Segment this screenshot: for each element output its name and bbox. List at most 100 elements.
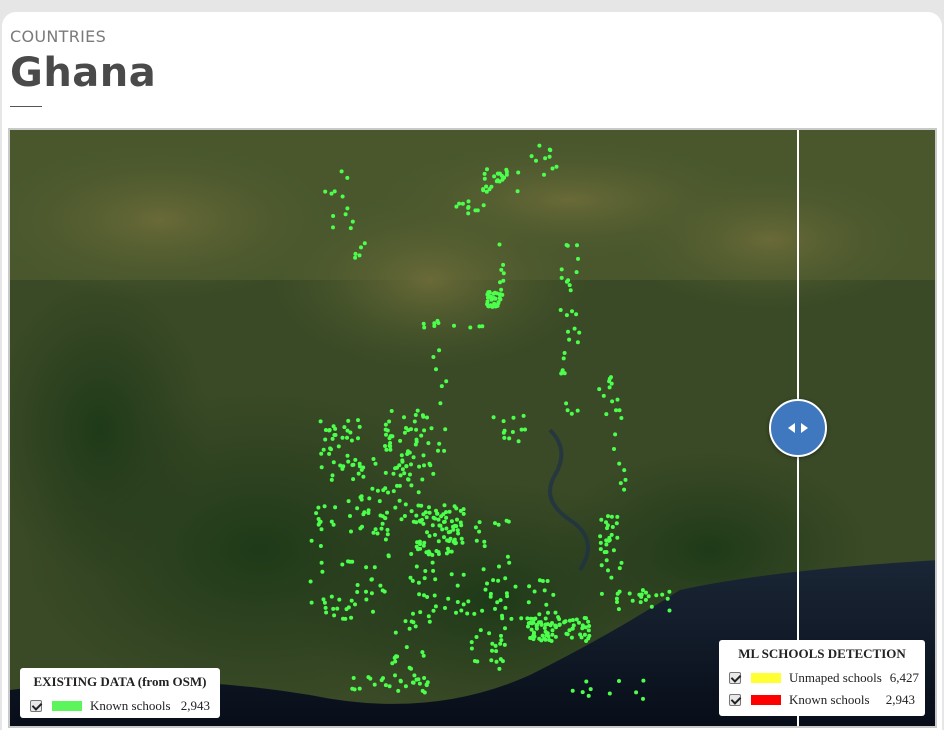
school-point — [340, 194, 345, 199]
school-point — [516, 439, 521, 444]
legend-item-known-schools[interactable]: Known schools 2,943 — [30, 695, 210, 717]
school-point — [330, 473, 335, 478]
school-point — [646, 594, 651, 599]
school-point — [402, 430, 407, 435]
school-point — [411, 620, 416, 625]
unmapped-schools-checkbox[interactable] — [729, 672, 741, 684]
school-point — [502, 642, 507, 647]
school-point — [622, 487, 627, 492]
school-point — [582, 632, 587, 637]
school-point — [398, 438, 403, 443]
school-point — [482, 171, 487, 176]
school-point — [355, 583, 360, 587]
school-point — [474, 635, 479, 639]
school-point — [634, 690, 639, 695]
known-schools-checkbox[interactable] — [30, 700, 42, 712]
school-point — [351, 676, 356, 680]
swipe-slider-handle[interactable] — [769, 399, 827, 457]
school-point — [420, 650, 425, 655]
school-point — [408, 472, 412, 477]
school-point — [481, 203, 486, 208]
school-point — [411, 680, 416, 685]
school-point — [455, 517, 459, 522]
school-point — [519, 427, 524, 432]
school-point — [385, 532, 390, 537]
school-point — [496, 171, 501, 176]
legend-item-unmapped-schools[interactable]: Unmaped schools 6,427 — [729, 667, 919, 689]
school-point — [459, 536, 464, 541]
school-point — [427, 510, 432, 515]
ml-known-schools-checkbox[interactable] — [729, 694, 741, 706]
school-point — [404, 645, 409, 650]
school-point — [559, 275, 564, 280]
school-point — [575, 408, 580, 413]
school-point — [586, 636, 591, 641]
school-point — [359, 245, 363, 250]
school-point — [542, 588, 547, 593]
school-point — [323, 428, 328, 432]
school-point — [402, 415, 406, 420]
school-point — [460, 540, 465, 545]
school-point — [343, 212, 348, 217]
school-point — [373, 461, 378, 466]
school-point — [331, 225, 335, 230]
school-point — [537, 612, 542, 617]
map-view[interactable]: EXISTING DATA (from OSM) Known schools 2… — [8, 128, 937, 728]
legend-title: ML SCHOOLS DETECTION — [738, 646, 906, 661]
school-point — [444, 515, 449, 520]
school-point — [393, 630, 398, 635]
school-point — [332, 613, 337, 618]
school-point — [548, 623, 553, 628]
school-point — [486, 304, 491, 309]
school-point — [385, 527, 390, 532]
school-point — [414, 427, 419, 432]
school-point — [383, 422, 388, 427]
school-point — [473, 525, 478, 530]
legend-item-ml-known-schools[interactable]: Known schools 2,943 — [729, 689, 915, 711]
school-point — [333, 505, 338, 510]
school-point — [427, 534, 432, 538]
school-point — [349, 438, 354, 443]
legend-item-count: 6,427 — [889, 670, 920, 685]
school-point — [331, 460, 336, 465]
school-point — [331, 214, 336, 218]
school-point — [417, 464, 422, 469]
school-point — [611, 548, 616, 553]
school-point — [501, 419, 506, 424]
school-point — [382, 589, 387, 594]
school-point — [474, 538, 479, 543]
school-point — [437, 348, 442, 353]
school-point — [387, 684, 392, 689]
school-point — [396, 688, 401, 693]
school-point — [436, 539, 441, 544]
school-point — [439, 514, 444, 519]
school-point — [346, 459, 351, 464]
school-point — [368, 676, 373, 681]
school-point — [355, 506, 360, 511]
school-point — [564, 313, 569, 318]
school-point — [357, 424, 362, 429]
school-point — [361, 465, 366, 470]
school-point — [500, 292, 505, 297]
school-point — [340, 562, 345, 567]
school-point — [384, 432, 388, 437]
school-point — [640, 588, 645, 593]
school-point — [356, 436, 360, 441]
school-point — [437, 523, 442, 528]
school-point — [308, 579, 313, 584]
school-point — [577, 330, 582, 335]
school-point — [431, 515, 436, 520]
school-point — [565, 408, 570, 413]
school-point — [364, 597, 369, 602]
school-point — [356, 471, 361, 476]
school-point — [481, 188, 486, 193]
school-point — [609, 381, 614, 386]
ml-known-schools-swatch — [751, 695, 781, 705]
school-point — [515, 189, 520, 194]
school-point — [547, 154, 552, 159]
school-point — [353, 251, 358, 256]
school-point — [570, 309, 574, 314]
school-point — [323, 189, 328, 194]
school-point — [417, 681, 422, 686]
school-point — [321, 447, 326, 452]
